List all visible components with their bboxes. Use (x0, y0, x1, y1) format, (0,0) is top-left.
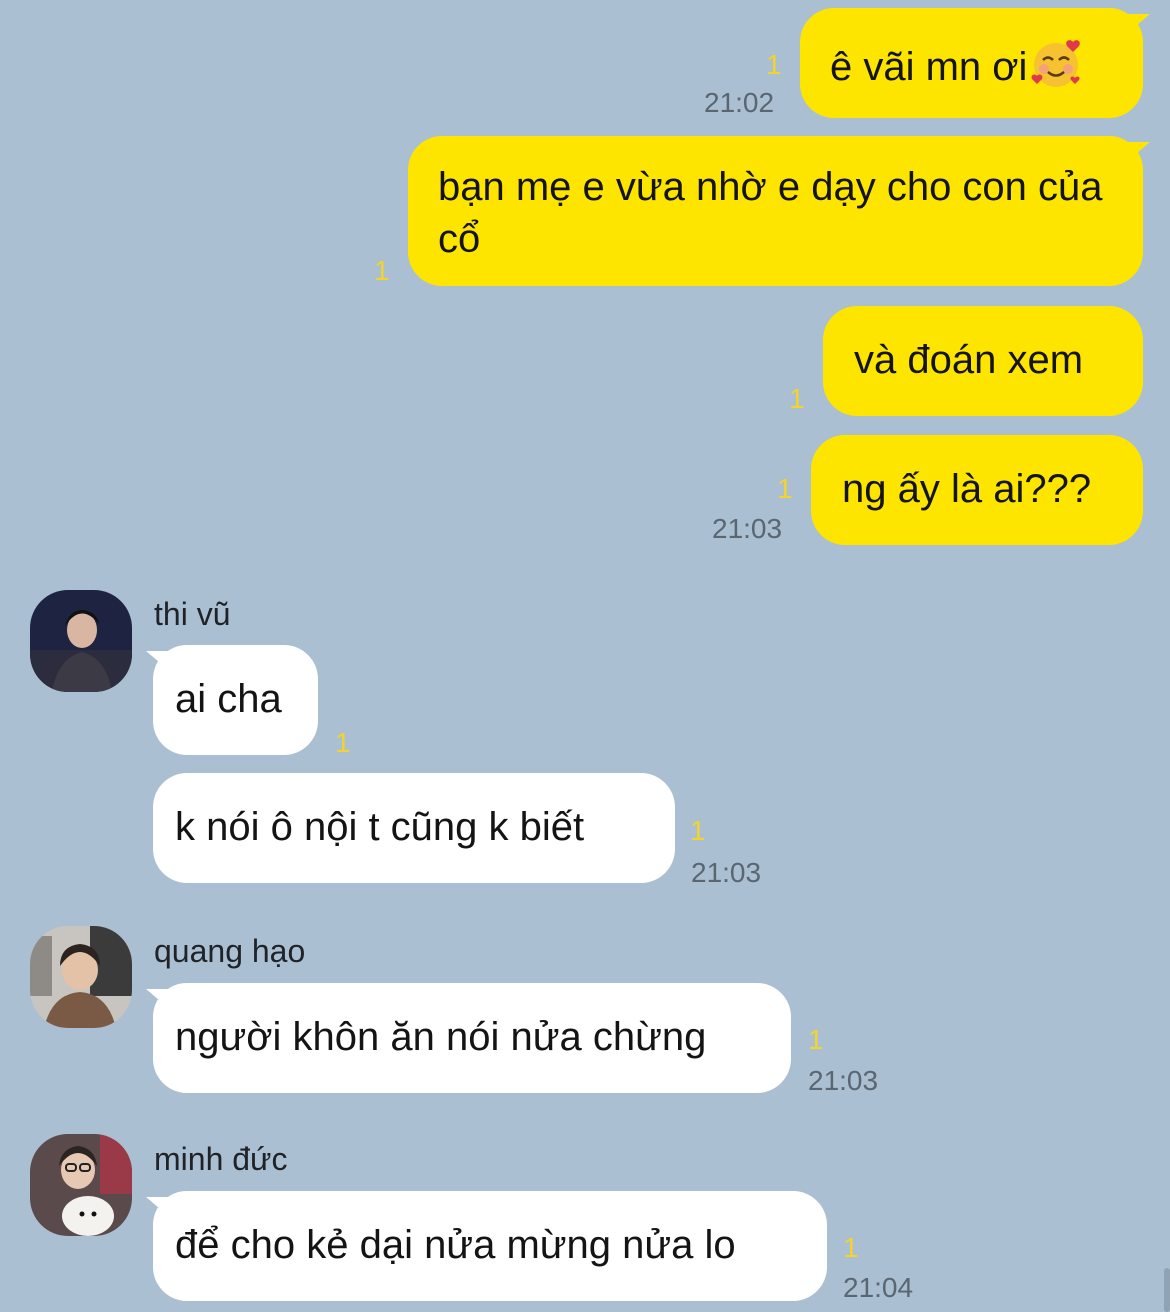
sender-name: quang hạo (154, 933, 306, 969)
message-text: để cho kẻ dại nửa mừng nửa lo (175, 1223, 736, 1267)
smiling-face-with-hearts-icon (1029, 36, 1083, 90)
incoming-message[interactable]: ai cha (153, 645, 318, 755)
outgoing-message[interactable]: bạn mẹ e vừa nhờ e dạy cho con của cổ (408, 136, 1143, 286)
profile-photo-icon (30, 1134, 132, 1236)
incoming-message[interactable]: để cho kẻ dại nửa mừng nửa lo (153, 1191, 827, 1301)
message-text: ai cha (175, 677, 282, 721)
message-text: ng ấy là ai??? (842, 467, 1092, 511)
unread-count: 1 (789, 383, 805, 414)
message-text: người khôn ăn nói nửa chừng (175, 1015, 707, 1059)
incoming-message[interactable]: k nói ô nội t cũng k biết (153, 773, 675, 883)
avatar[interactable] (30, 926, 132, 1028)
unread-count: 1 (335, 727, 351, 758)
profile-photo-icon (30, 590, 132, 692)
unread-count: 1 (374, 255, 390, 286)
unread-count: 1 (777, 473, 793, 504)
unread-count: 1 (690, 815, 706, 846)
message-text: ê vãi mn ơi (830, 45, 1028, 89)
message-text: bạn mẹ e vừa nhờ e dạy cho con của cổ (438, 165, 1103, 261)
unread-count: 1 (808, 1024, 824, 1055)
sender-name: minh đức (154, 1141, 288, 1177)
outgoing-message[interactable]: ng ấy là ai??? (811, 435, 1143, 545)
scrollbar[interactable] (1164, 1268, 1170, 1312)
sender-name: thi vũ (154, 596, 231, 632)
timestamp: 21:02 (704, 87, 775, 118)
unread-count: 1 (843, 1232, 859, 1263)
message-text: và đoán xem (854, 338, 1084, 382)
outgoing-message[interactable]: và đoán xem (823, 306, 1143, 416)
timestamp: 21:04 (843, 1272, 914, 1303)
timestamp: 21:03 (712, 513, 783, 544)
outgoing-message[interactable]: ê vãi mn ơi (800, 8, 1143, 118)
timestamp: 21:03 (808, 1065, 879, 1096)
timestamp: 21:03 (691, 857, 762, 888)
unread-count: 1 (766, 49, 782, 80)
avatar[interactable] (30, 590, 132, 692)
profile-photo-icon (30, 926, 132, 1028)
avatar[interactable] (30, 1134, 132, 1236)
message-text: k nói ô nội t cũng k biết (175, 805, 585, 849)
incoming-message[interactable]: người khôn ăn nói nửa chừng (153, 983, 791, 1093)
